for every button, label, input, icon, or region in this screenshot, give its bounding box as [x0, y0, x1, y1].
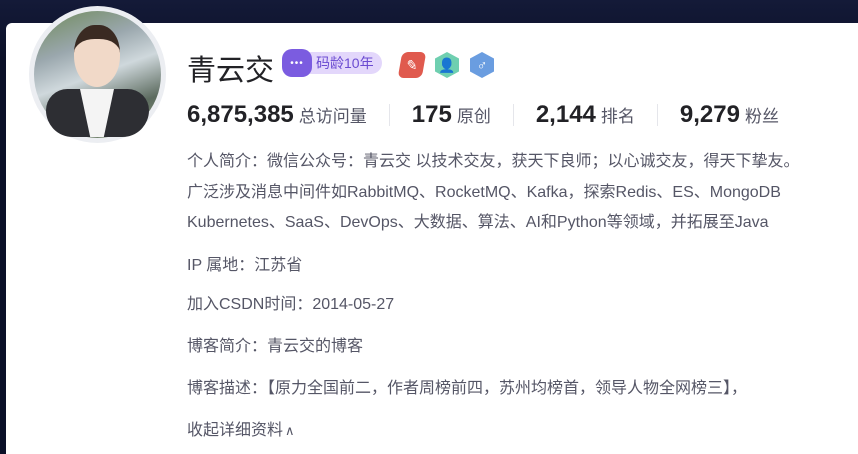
collapse-label: 收起详细资料	[187, 422, 284, 439]
bio-line: 个人简介：微信公众号：青云交 以技术交友，获天下良师；以心诚交友，得天下挚友。	[187, 153, 800, 170]
stat-value: 175	[411, 101, 452, 128]
avatar[interactable]	[29, 6, 166, 143]
code-age-badge[interactable]: ••• 码龄10年	[282, 49, 382, 77]
stat-visits[interactable]: 6,875,385 总访问量	[187, 101, 367, 129]
stat-value: 9,279	[679, 101, 740, 128]
blog-intro: 博客简介：青云交的博客	[187, 338, 364, 355]
stat-rank[interactable]: 2,144 排名	[536, 101, 635, 129]
collapse-details-link[interactable]: 收起详细资料 ∧	[187, 416, 295, 440]
stats-row: 6,875,385 总访问量 175 原创 2,144 排名 9,279 粉丝	[187, 101, 779, 129]
chevron-up-icon: ∧	[285, 423, 295, 438]
divider	[512, 104, 514, 126]
bio: 个人简介：微信公众号：青云交 以技术交友，获天下良师；以心诚交友，得天下挚友。 …	[187, 147, 799, 239]
avatar-image	[34, 11, 161, 138]
blog-description: 博客描述：【原力全国前二，作者周榜前四，苏州均榜首，领导人物全网榜三】，	[187, 380, 748, 397]
stat-followers[interactable]: 9,279 粉丝	[680, 101, 779, 129]
stat-label: 粉丝	[744, 107, 779, 126]
quill-badge-icon[interactable]: ✎	[397, 52, 427, 78]
stat-value: 2,144	[535, 101, 596, 128]
code-age-label: 码龄10年	[306, 52, 382, 74]
ip-location: IP 属地：江苏省	[187, 257, 303, 274]
join-date: 加入CSDN时间：2014-05-27	[187, 296, 395, 313]
stat-label: 总访问量	[298, 107, 367, 126]
robot-icon: •••	[282, 49, 312, 77]
divider	[656, 104, 658, 126]
username: 青云交	[187, 55, 275, 87]
stat-value: 6,875,385	[187, 101, 294, 128]
bio-line: 广泛涉及消息中间件如RabbitMQ、RocketMQ、Kafka，探索Redi…	[187, 183, 781, 201]
stat-label: 排名	[600, 107, 635, 126]
stat-label: 原创	[456, 107, 491, 126]
stat-original[interactable]: 175 原创	[412, 101, 491, 129]
divider	[388, 104, 390, 126]
bio-line: Kubernetes、SaaS、DevOps、大数据、算法、AI和Python等…	[187, 214, 769, 231]
